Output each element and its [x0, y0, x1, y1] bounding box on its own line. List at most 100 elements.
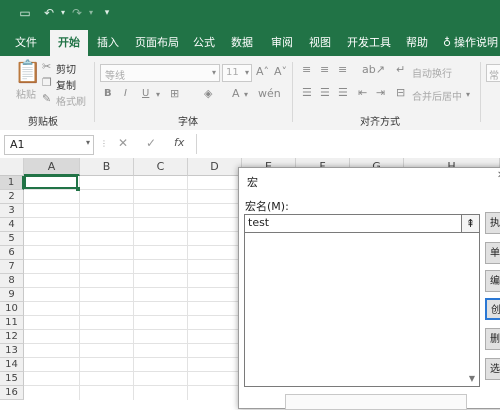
align-bottom-icon[interactable]: ≡	[338, 63, 347, 77]
font-name-select[interactable]: 等线 ▾	[100, 64, 220, 82]
row-header[interactable]: 9	[0, 288, 24, 302]
row-header[interactable]: 14	[0, 358, 24, 372]
align-left-icon[interactable]: ☰	[302, 86, 312, 100]
column-header[interactable]: D	[188, 158, 242, 176]
increase-indent-icon[interactable]: ⇥	[376, 86, 385, 100]
select-all-corner[interactable]	[0, 158, 24, 176]
scroll-down-icon[interactable]: ▼	[466, 373, 478, 385]
macro-name-input[interactable]: test	[244, 214, 471, 233]
paste-icon[interactable]: 📋	[14, 62, 41, 84]
format-painter-button[interactable]: 格式刷	[56, 93, 86, 108]
row-header[interactable]: 12	[0, 330, 24, 344]
chevron-down-icon[interactable]: ▾	[156, 88, 160, 102]
row-header[interactable]: 3	[0, 204, 24, 218]
wrap-text-button[interactable]: 自动换行	[412, 65, 452, 80]
cancel-icon[interactable]: ✕	[118, 136, 128, 150]
collapse-dialog-button[interactable]: ⇞	[461, 214, 480, 233]
row-header[interactable]: 10	[0, 302, 24, 316]
decrease-indent-icon[interactable]: ⇤	[358, 86, 367, 100]
row-header[interactable]: 11	[0, 316, 24, 330]
formula-input[interactable]	[196, 134, 500, 154]
tab-data[interactable]: 数据	[226, 30, 258, 56]
column-header[interactable]: B	[80, 158, 134, 176]
orientation-icon[interactable]: ab↗	[362, 63, 385, 77]
row-header[interactable]: 7	[0, 260, 24, 274]
edit-button[interactable]: 编	[485, 270, 500, 292]
options-button[interactable]: 选	[485, 358, 500, 380]
fill-color-icon[interactable]: ◈	[204, 87, 212, 101]
font-color-icon[interactable]: A	[232, 87, 240, 101]
row-header[interactable]: 5	[0, 232, 24, 246]
row-header[interactable]: 16	[0, 386, 24, 400]
row-header[interactable]: 2	[0, 190, 24, 204]
merge-center-icon[interactable]: ⊟	[396, 86, 405, 100]
number-format-value: 常	[489, 71, 499, 82]
tab-review[interactable]: 审阅	[266, 30, 298, 56]
delete-button[interactable]: 删	[485, 328, 500, 350]
chevron-down-icon[interactable]: ▾	[466, 88, 470, 102]
tab-developer[interactable]: 开发工具	[342, 30, 396, 56]
step-into-button[interactable]: 单	[485, 242, 500, 264]
tab-formulas[interactable]: 公式	[188, 30, 220, 56]
copy-icon[interactable]: ❐	[42, 76, 52, 90]
wrap-text-icon[interactable]: ↵	[396, 63, 405, 77]
customize-icon[interactable]: ▾	[100, 6, 114, 20]
merge-center-button[interactable]: 合并后居中	[412, 88, 462, 103]
macros-in-select[interactable]	[285, 394, 467, 410]
undo-dropdown-icon[interactable]: ▾	[56, 6, 70, 20]
tab-page-layout[interactable]: 页面布局	[130, 30, 184, 56]
column-header[interactable]: C	[134, 158, 188, 176]
tab-tell-me[interactable]: 操作说明	[454, 30, 500, 56]
row-header[interactable]: 6	[0, 246, 24, 260]
align-middle-icon[interactable]: ≡	[320, 63, 329, 77]
redo-dropdown-icon[interactable]: ▾	[84, 6, 98, 20]
row-header[interactable]: 4	[0, 218, 24, 232]
tab-insert[interactable]: 插入	[92, 30, 124, 56]
alignment-group-label: 对齐方式	[360, 117, 400, 128]
italic-button[interactable]: I	[124, 88, 127, 99]
row-header[interactable]: 13	[0, 344, 24, 358]
chevron-down-icon: ▾	[244, 68, 249, 77]
enter-icon[interactable]: ✓	[146, 136, 156, 150]
format-painter-icon[interactable]: ✎	[42, 92, 51, 106]
align-center-icon[interactable]: ☰	[320, 86, 330, 100]
borders-icon[interactable]: ⊞	[170, 87, 179, 101]
insert-function-icon[interactable]: fx	[174, 136, 184, 149]
number-format-select[interactable]: 常	[486, 64, 500, 82]
fill-handle[interactable]	[76, 187, 80, 191]
cut-icon[interactable]: ✂	[42, 60, 51, 74]
run-button[interactable]: 执	[485, 212, 500, 234]
row-header[interactable]: 15	[0, 372, 24, 386]
save-icon[interactable]: ▭	[18, 6, 32, 20]
more-icon: ⋮	[100, 139, 108, 148]
lightbulb-icon[interactable]: ♁	[440, 30, 454, 56]
row-header[interactable]: 8	[0, 274, 24, 288]
paste-button[interactable]: 粘贴	[16, 86, 36, 101]
underline-button[interactable]: U	[142, 88, 149, 99]
macro-list[interactable]: ▼	[244, 232, 480, 387]
font-size-select[interactable]: 11 ▾	[222, 64, 252, 82]
tab-help[interactable]: 帮助	[400, 30, 434, 56]
tab-view[interactable]: 视图	[304, 30, 336, 56]
column-header[interactable]: A	[24, 158, 80, 176]
phonetic-icon[interactable]: wén	[258, 87, 281, 101]
decrease-font-icon[interactable]: A˅	[274, 65, 287, 79]
name-box[interactable]: A1 ▾	[4, 135, 94, 155]
name-box-value: A1	[10, 138, 25, 151]
ribbon-tabs: 文件 开始 插入 页面布局 公式 数据 审阅 视图 开发工具 帮助 ♁ 操作说明	[0, 30, 500, 56]
create-button[interactable]: 创	[485, 298, 500, 320]
redo-icon[interactable]: ↷	[70, 6, 84, 20]
align-right-icon[interactable]: ☰	[338, 86, 348, 100]
selected-cell-a1[interactable]	[24, 175, 78, 189]
tab-file[interactable]: 文件	[6, 30, 46, 56]
chevron-down-icon[interactable]: ▾	[244, 88, 248, 102]
bold-button[interactable]: B	[104, 88, 112, 99]
undo-icon[interactable]: ↶	[42, 6, 56, 20]
cut-button[interactable]: 剪切	[56, 61, 76, 76]
dialog-title: 宏	[247, 176, 258, 189]
row-header[interactable]: 1	[0, 176, 24, 190]
tab-home[interactable]: 开始	[50, 30, 88, 56]
align-top-icon[interactable]: ≡	[302, 63, 311, 77]
increase-font-icon[interactable]: A˄	[256, 65, 269, 79]
copy-button[interactable]: 复制	[56, 77, 76, 92]
